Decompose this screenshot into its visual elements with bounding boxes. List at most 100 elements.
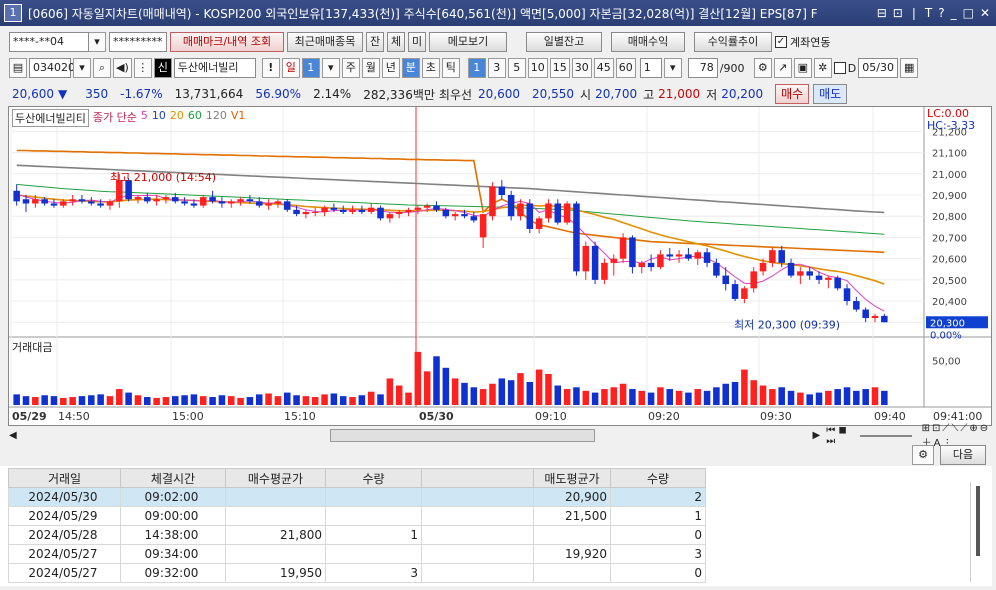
candle-body (582, 245, 590, 272)
chart-area[interactable]: 21,200 21,100 21,000 20,900 20,800 20,700 20,6… (8, 106, 992, 426)
interval-15[interactable]: 15 (549, 58, 570, 78)
unexecuted-button[interactable]: 미 (408, 32, 426, 52)
col-buy-qty: 수량 (325, 468, 422, 488)
scroll-right-icon[interactable]: ▶ (813, 430, 821, 441)
candle-body (302, 211, 310, 215)
buy-button[interactable]: 매수 (775, 84, 810, 104)
scroll-left-icon[interactable]: ◀ (9, 430, 17, 441)
legend-stock-name[interactable]: 두산에너빌리티 (12, 109, 89, 127)
candle-body (451, 214, 459, 217)
volume-bar (227, 396, 235, 405)
table-cell (533, 563, 611, 583)
close-button[interactable]: ✕ (980, 6, 990, 20)
executed-button[interactable]: 체 (387, 32, 405, 52)
table-cell: 09:34:00 (120, 544, 226, 564)
interval-1[interactable]: 1 (467, 58, 486, 78)
legend-ma120: 120 (205, 109, 227, 122)
help-icon[interactable]: ? (938, 6, 944, 20)
grid-settings-icon[interactable]: ⚙ (912, 445, 934, 465)
period-year[interactable]: 년 (381, 58, 400, 78)
candle-body (367, 207, 375, 212)
balance-button[interactable]: 잔 (366, 32, 384, 52)
volume-bar (778, 387, 785, 405)
candle-body (853, 301, 860, 310)
maximize-button[interactable]: □ (963, 6, 974, 20)
account-link-checkbox[interactable]: ✓ 계좌연동 (775, 34, 830, 50)
next-button[interactable]: 다음 (940, 445, 986, 465)
menu-icon[interactable]: ⋮ (133, 58, 152, 78)
scroll-thumb[interactable] (329, 429, 595, 442)
table-row[interactable]: 2024/05/27 09:32:00 19,950 3 0 (8, 563, 706, 583)
table-row[interactable]: 2024/05/27 09:34:00 19,920 3 (8, 544, 706, 564)
x-tick-label: 09:10 (535, 410, 567, 423)
account-link-label: 계좌연동 (790, 36, 831, 49)
legend-ma5: 5 (140, 109, 148, 122)
recent-trades-button[interactable]: 최근매매종목 (287, 32, 363, 52)
draw-icon[interactable]: ↗ (773, 58, 792, 78)
period-week[interactable]: 주 (341, 58, 360, 78)
volume-bar (834, 389, 841, 405)
interval-10[interactable]: 10 (527, 58, 548, 78)
interval-45[interactable]: 45 (593, 58, 614, 78)
date-checkbox[interactable] (833, 62, 846, 74)
period-minute[interactable]: 분 (401, 58, 420, 78)
speaker-icon[interactable]: ◀) (113, 58, 132, 78)
period-day-count[interactable]: 1 (301, 58, 320, 78)
account-toolbar: ****-**04 ▾ ********* 매매마크/내역 조회 최근매매종목 … (0, 31, 996, 53)
trade-profit-button[interactable]: 매매수익 (611, 32, 685, 52)
marks-query-button[interactable]: 매매마크/내역 조회 (170, 32, 284, 52)
candlestick-chart[interactable]: 21,20021,10021,00020,90020,80020,70020,6… (9, 107, 991, 425)
sell-button[interactable]: 매도 (813, 84, 848, 104)
font-icon[interactable]: T (925, 6, 932, 20)
checkbox-icon[interactable]: ✓ (775, 36, 787, 48)
memo-button[interactable]: 메모보기 (429, 32, 507, 52)
volume-bar (731, 381, 739, 405)
table-row[interactable]: 2024/05/30 09:02:00 20,900 2 (8, 487, 706, 507)
interval-30[interactable]: 30 (571, 58, 592, 78)
period-second[interactable]: 초 (421, 58, 440, 78)
account-dropdown-icon[interactable]: ▾ (88, 32, 106, 52)
gear-icon[interactable]: ✲ (813, 58, 832, 78)
interval-3[interactable]: 3 (487, 58, 506, 78)
table-cell: 2024/05/27 (8, 544, 121, 564)
period-day[interactable]: 일 (281, 58, 300, 78)
pin-icon[interactable]: ❘ (909, 6, 919, 20)
view-count-input[interactable]: 78 (687, 58, 718, 78)
code-dropdown-icon[interactable]: ▾ (73, 58, 91, 78)
grid-scroll-thumb[interactable] (975, 486, 980, 556)
zoom-slider[interactable] (860, 434, 912, 437)
candle-body (218, 201, 226, 204)
minimize-button[interactable]: _ (951, 6, 957, 20)
profit-rate-button[interactable]: 수익률추이 (694, 32, 772, 52)
restore-icon[interactable]: ⊡ (893, 6, 903, 20)
period-month[interactable]: 월 (361, 58, 380, 78)
grid-toolbar: ⚙ 다음 (0, 444, 996, 466)
min-price-label: 최저 20,300 (09:39) (734, 318, 840, 331)
table-cell: 21,500 (533, 506, 611, 526)
chart-settings-icon[interactable]: ⚙ (753, 58, 772, 78)
col-sell-avg: 매도평균가 (533, 468, 611, 488)
volume-bar (283, 392, 291, 405)
interval-60[interactable]: 60 (615, 58, 636, 78)
grid-scrollbar[interactable] (970, 482, 984, 582)
volume-bar (190, 394, 198, 405)
interval-dropdown-icon[interactable]: ▾ (663, 58, 682, 78)
period-tick[interactable]: 틱 (441, 58, 460, 78)
account-select[interactable]: ****-**04 (9, 32, 89, 52)
stock-search-icon[interactable]: ▤ (9, 58, 27, 78)
table-row[interactable]: 2024/05/28 14:38:00 21,800 1 0 (8, 525, 706, 545)
stock-code-input[interactable]: 034020 (29, 58, 75, 78)
alert-icon[interactable]: ! (261, 58, 280, 78)
table-row[interactable]: 2024/05/29 09:00:00 21,500 1 (8, 506, 706, 526)
interval-input[interactable]: 1 (639, 58, 662, 78)
daily-balance-button[interactable]: 일별잔고 (526, 32, 602, 52)
link-icon[interactable]: ⊟ (877, 6, 887, 20)
password-field[interactable]: ********* (109, 32, 167, 52)
x-tick-label: 09:41:00 (933, 410, 982, 423)
interval-5[interactable]: 5 (507, 58, 526, 78)
search-icon[interactable]: ⌕ (93, 58, 111, 78)
save-icon[interactable]: ▣ (793, 58, 812, 78)
period-day-dropdown-icon[interactable]: ▾ (321, 58, 340, 78)
calendar-icon[interactable]: ▦ (900, 58, 919, 78)
date-input[interactable]: 05/30 (858, 58, 899, 78)
